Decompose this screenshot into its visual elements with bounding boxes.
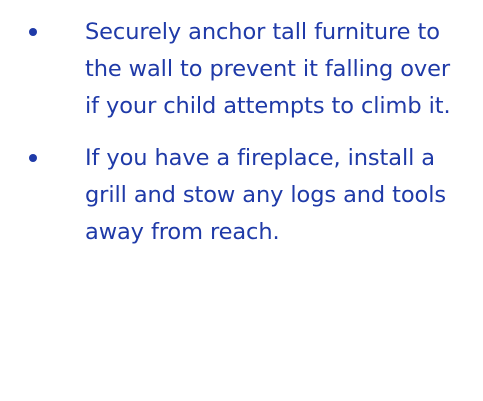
list-item: If you have a fireplace, install a grill… <box>0 140 483 251</box>
safety-tips-list: Securely anchor tall furniture to the wa… <box>0 0 483 251</box>
bullet-icon <box>29 154 37 162</box>
list-item: Securely anchor tall furniture to the wa… <box>0 14 483 125</box>
tip-text: Securely anchor tall furniture to the wa… <box>85 19 451 119</box>
bullet-icon <box>29 28 37 36</box>
tip-text: If you have a fireplace, install a grill… <box>85 145 446 245</box>
